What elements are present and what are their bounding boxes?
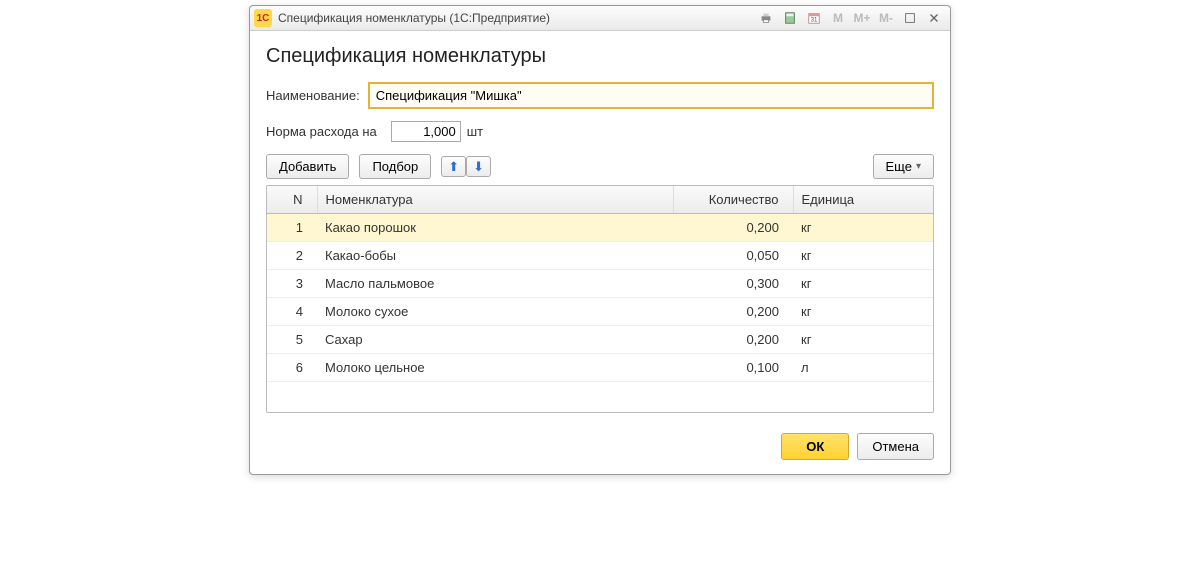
cell-n: 3 [267, 270, 317, 298]
move-up-button[interactable]: ⬆ [441, 156, 466, 177]
cancel-button[interactable]: Отмена [857, 433, 934, 460]
cell-unit: кг [793, 326, 933, 354]
add-button[interactable]: Добавить [266, 154, 349, 179]
table-row[interactable]: 6Молоко цельное0,100л [267, 354, 933, 382]
memory-mminus-button[interactable]: M- [875, 8, 897, 28]
ok-button[interactable]: ОК [781, 433, 849, 460]
cell-n: 4 [267, 298, 317, 326]
rate-unit: шт [467, 124, 483, 139]
name-label: Наименование: [266, 88, 360, 103]
cell-n: 6 [267, 354, 317, 382]
table-row[interactable]: 3Масло пальмовое0,300кг [267, 270, 933, 298]
cell-qty: 0,200 [673, 298, 793, 326]
name-input[interactable] [368, 82, 934, 109]
cell-unit: кг [793, 298, 933, 326]
cell-qty: 0,050 [673, 242, 793, 270]
arrow-down-icon: ⬇ [473, 160, 484, 173]
cell-item: Молоко сухое [317, 298, 673, 326]
name-row: Наименование: [266, 82, 934, 109]
app-window: 1С Спецификация номенклатуры (1С:Предпри… [249, 5, 951, 475]
cell-item: Сахар [317, 326, 673, 354]
memory-mplus-button[interactable]: M+ [851, 8, 873, 28]
cell-item: Масло пальмовое [317, 270, 673, 298]
minimize-icon[interactable] [899, 8, 921, 28]
app-icon: 1С [254, 9, 272, 27]
more-label: Еще [886, 159, 912, 174]
col-header-qty[interactable]: Количество [673, 186, 793, 214]
col-header-n[interactable]: N [267, 186, 317, 214]
col-header-unit[interactable]: Единица [793, 186, 933, 214]
arrow-up-icon: ⬆ [448, 160, 459, 173]
chevron-down-icon: ▾ [916, 161, 921, 172]
table-header-row: N Номенклатура Количество Единица [267, 186, 933, 214]
cell-n: 1 [267, 214, 317, 242]
cell-item: Какао-бобы [317, 242, 673, 270]
footer: ОК Отмена [250, 423, 950, 474]
cell-unit: л [793, 354, 933, 382]
cell-unit: кг [793, 214, 933, 242]
titlebar: 1С Спецификация номенклатуры (1С:Предпри… [250, 6, 950, 31]
cell-n: 5 [267, 326, 317, 354]
cell-unit: кг [793, 242, 933, 270]
rate-input[interactable] [391, 121, 461, 142]
cell-qty: 0,200 [673, 326, 793, 354]
content-area: Спецификация номенклатуры Наименование: … [250, 31, 950, 423]
svg-text:31: 31 [811, 17, 818, 24]
window-title: Спецификация номенклатуры (1С:Предприяти… [278, 11, 550, 25]
col-header-item[interactable]: Номенклатура [317, 186, 673, 214]
pick-button[interactable]: Подбор [359, 154, 431, 179]
table-row[interactable]: 1Какао порошок0,200кг [267, 214, 933, 242]
page-title: Спецификация номенклатуры [266, 45, 934, 68]
calendar-icon[interactable]: 31 [803, 8, 825, 28]
table-toolbar: Добавить Подбор ⬆ ⬇ Еще ▾ [266, 154, 934, 179]
cell-unit: кг [793, 270, 933, 298]
cell-item: Молоко цельное [317, 354, 673, 382]
spec-table: N Номенклатура Количество Единица 1Какао… [266, 185, 934, 413]
cell-qty: 0,300 [673, 270, 793, 298]
rate-label: Норма расхода на [266, 124, 377, 139]
move-down-button[interactable]: ⬇ [466, 156, 491, 177]
table-row[interactable]: 5Сахар0,200кг [267, 326, 933, 354]
rate-row: Норма расхода на шт [266, 121, 934, 142]
close-icon[interactable] [923, 8, 945, 28]
calculator-icon[interactable] [779, 8, 801, 28]
cell-item: Какао порошок [317, 214, 673, 242]
cell-n: 2 [267, 242, 317, 270]
cell-qty: 0,200 [673, 214, 793, 242]
table-row[interactable]: 4Молоко сухое0,200кг [267, 298, 933, 326]
more-button[interactable]: Еще ▾ [873, 154, 934, 179]
print-icon[interactable] [755, 8, 777, 28]
cell-qty: 0,100 [673, 354, 793, 382]
memory-m-button[interactable]: M [827, 8, 849, 28]
table-row[interactable]: 2Какао-бобы0,050кг [267, 242, 933, 270]
